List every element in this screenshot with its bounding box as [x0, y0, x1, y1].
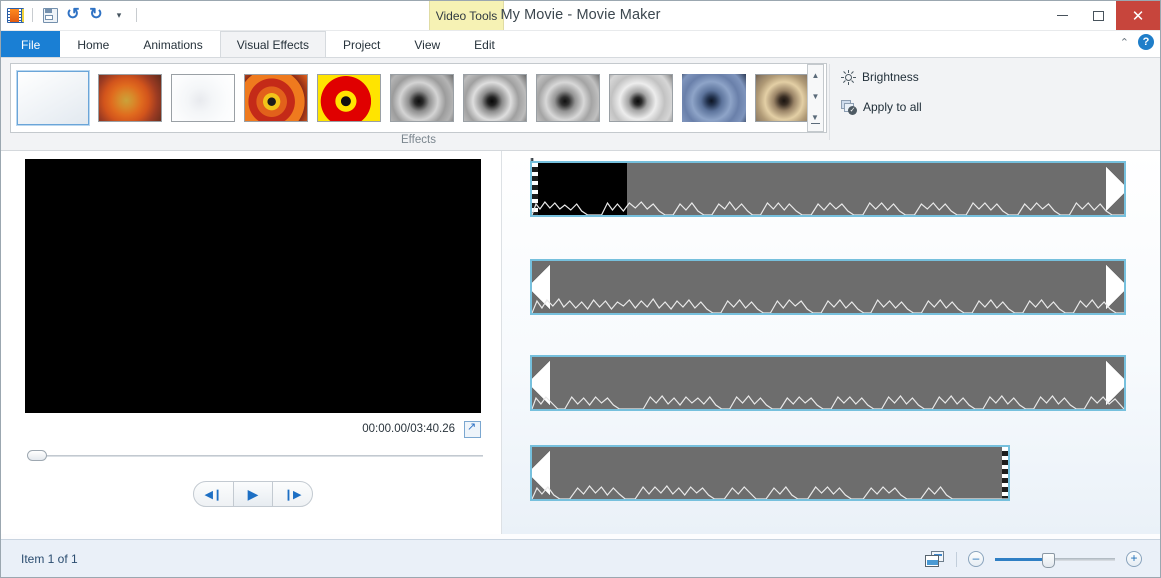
tab-home[interactable]: Home	[60, 31, 126, 57]
timecode-row: 00:00.00/03:40.26	[25, 419, 481, 439]
close-button[interactable]: ✕	[1116, 1, 1160, 30]
effect-black-and-white-contrast-thumbnail[interactable]	[463, 74, 527, 122]
transport-controls: ◀❙ ▶ ❙▶	[193, 481, 313, 507]
help-icon[interactable]: ?	[1138, 34, 1154, 50]
chevron-up-icon[interactable]: ⌃	[1120, 36, 1129, 49]
previous-frame-button[interactable]: ◀❙	[194, 482, 233, 506]
zoom-out-button[interactable]: –	[968, 551, 984, 567]
video-preview[interactable]	[25, 159, 481, 413]
minimize-button[interactable]	[1044, 1, 1080, 30]
preview-pane: 00:00.00/03:40.26 ◀❙ ▶ ❙▶	[1, 151, 501, 534]
clip-waveform	[532, 289, 1124, 313]
clip-waveform	[532, 475, 1008, 499]
movie-maker-window: ↺ ↻ ▾ Video Tools My Movie - Movie Maker…	[0, 0, 1161, 578]
effect-posterize-warm-thumbnail[interactable]	[244, 74, 308, 122]
zoom-track-empty	[1048, 558, 1115, 561]
effect-grayscale-bright-thumbnail[interactable]	[609, 74, 673, 122]
zoom-slider-thumb[interactable]	[1042, 553, 1055, 568]
maximize-button[interactable]	[1080, 1, 1116, 30]
gallery-scroll-buttons[interactable]: ▲ ▼ ▼	[807, 64, 824, 132]
effect-warm-glow-thumbnail[interactable]	[98, 74, 162, 122]
effect-bleach-thumbnail[interactable]	[171, 74, 235, 122]
apply-to-all-button[interactable]: ✓ Apply to all	[837, 96, 926, 118]
zoom-track-filled	[995, 558, 1048, 561]
thumbnail-view-icon[interactable]	[925, 551, 945, 568]
main-area: 00:00.00/03:40.26 ◀❙ ▶ ❙▶	[1, 151, 1160, 534]
storyboard-timeline[interactable]	[502, 151, 1160, 534]
scroll-up-icon[interactable]: ▲	[812, 72, 820, 80]
ribbon-group-divider	[829, 64, 830, 140]
play-button[interactable]: ▶	[233, 482, 274, 506]
ribbon-commands: Brightness ✓ Apply to all	[837, 66, 926, 118]
apply-to-all-label: Apply to all	[863, 100, 922, 114]
tab-view[interactable]: View	[397, 31, 457, 57]
tab-edit[interactable]: Edit	[457, 31, 512, 57]
zoom-slider[interactable]	[995, 551, 1115, 567]
status-item-count: Item 1 of 1	[21, 552, 78, 566]
status-divider	[956, 552, 957, 567]
status-zoom-controls: – +	[925, 548, 1142, 570]
zoom-in-button[interactable]: +	[1126, 551, 1142, 567]
tab-visual-effects[interactable]: Visual Effects	[220, 31, 326, 57]
window-controls: ✕	[1044, 1, 1160, 30]
ribbon-group-label: Effects	[10, 134, 827, 146]
effect-posterize-red-yellow-thumbnail[interactable]	[317, 74, 381, 122]
seek-track	[35, 455, 483, 457]
timeline-clip-2[interactable]	[530, 259, 1126, 315]
clip-waveform	[532, 191, 1124, 215]
scroll-down-icon[interactable]: ▼	[812, 93, 820, 101]
effect-cyan-tone-thumbnail[interactable]	[682, 74, 746, 122]
apply-to-all-icon: ✓	[841, 100, 857, 115]
seek-thumb[interactable]	[27, 450, 47, 461]
effect-none-thumbnail[interactable]	[17, 71, 89, 125]
tab-project[interactable]: Project	[326, 31, 397, 57]
status-bar: Item 1 of 1 – +	[1, 539, 1160, 577]
tab-animations[interactable]: Animations	[126, 31, 219, 57]
brightness-label: Brightness	[862, 70, 919, 84]
clip-waveform	[532, 385, 1124, 409]
timeline-clip-3[interactable]	[530, 355, 1126, 411]
timecode-label: 00:00.00/03:40.26	[362, 423, 455, 435]
effects-gallery[interactable]	[10, 63, 827, 133]
expand-preview-icon[interactable]	[464, 421, 481, 438]
effect-grayscale-soft-thumbnail[interactable]	[536, 74, 600, 122]
brightness-icon	[841, 70, 856, 85]
gallery-more-icon[interactable]: ▼	[811, 114, 820, 125]
timeline-clip-1[interactable]	[530, 161, 1126, 217]
window-title: My Movie - Movie Maker	[1, 7, 1160, 23]
ribbon-right-controls: ⌃ ?	[1120, 34, 1154, 50]
tab-file[interactable]: File	[1, 31, 60, 57]
timeline-clip-4[interactable]	[530, 445, 1010, 501]
ribbon-effects-group: ▲ ▼ ▼ Effects Brightness	[1, 58, 1160, 151]
seek-slider[interactable]	[21, 445, 483, 465]
ribbon-tab-strip: File Home Animations Visual Effects Proj…	[1, 31, 1160, 58]
next-frame-button[interactable]: ❙▶	[273, 482, 312, 506]
brightness-button[interactable]: Brightness	[837, 66, 926, 88]
title-bar: ↺ ↻ ▾ Video Tools My Movie - Movie Maker…	[1, 1, 1160, 31]
effect-black-and-white-thumbnail[interactable]	[390, 74, 454, 122]
